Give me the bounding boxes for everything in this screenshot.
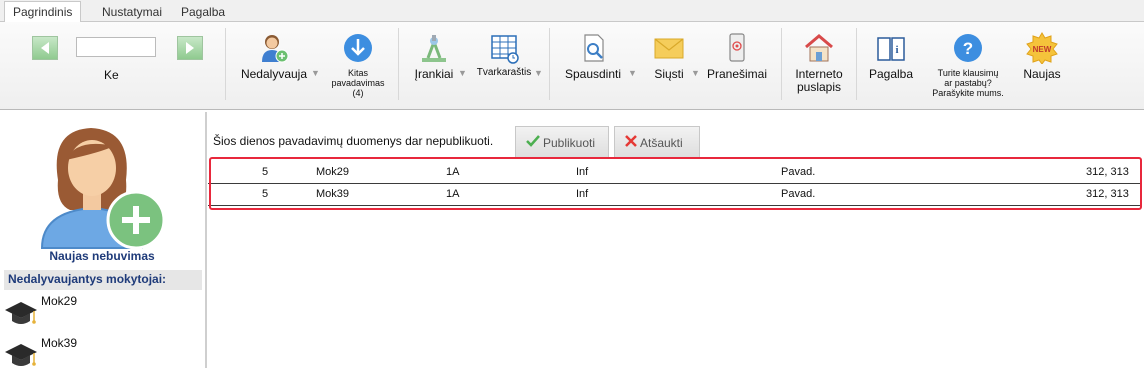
checkmark-icon xyxy=(526,135,540,147)
ribbon-separator xyxy=(398,28,399,100)
publish-button[interactable]: Publikuoti xyxy=(515,126,609,158)
absent-dropdown-arrow[interactable]: ▼ xyxy=(311,68,320,78)
send-button[interactable]: Siųsti xyxy=(642,32,696,81)
book-info-icon: i xyxy=(877,37,905,61)
mobile-phone-icon xyxy=(729,33,745,62)
teacher-name: Mok29 xyxy=(41,294,78,308)
tools-label: Įrankiai xyxy=(414,67,454,81)
absent-teachers-header: Nedalyvaujantys mokytojai: xyxy=(4,270,202,290)
new-absence-link[interactable]: Naujas nebuvimas xyxy=(0,249,204,263)
user-add-icon xyxy=(262,35,289,63)
left-panel: Naujas nebuvimas Nedalyvaujantys mokytoj… xyxy=(0,112,204,368)
nav-label: Ke xyxy=(104,68,119,82)
ribbon-separator xyxy=(549,28,550,100)
new-absence-avatar[interactable] xyxy=(36,120,168,256)
new-badge-text: NEW xyxy=(1033,45,1052,54)
publish-label: Publikuoti xyxy=(543,136,596,150)
nav-input[interactable] xyxy=(76,37,156,57)
timetable-label: Tvarkaraštis xyxy=(476,67,532,78)
help-button[interactable]: i Pagalba xyxy=(862,32,920,81)
previous-button[interactable] xyxy=(32,36,58,60)
home-icon xyxy=(805,34,833,62)
absent-teacher-item[interactable]: Mok29 xyxy=(4,294,194,328)
website-button[interactable]: Interneto puslapis xyxy=(787,32,851,94)
ribbon-separator xyxy=(781,28,782,100)
svg-text:?: ? xyxy=(963,39,973,58)
absent-teacher-item[interactable]: Mok39 xyxy=(4,336,194,370)
timetable-icon xyxy=(491,35,519,64)
timetable-button[interactable]: Tvarkaraštis xyxy=(472,32,536,78)
feedback-label-3: Parašykite mums. xyxy=(932,88,1004,98)
main-panel: Šios dienos pavadavimų duomenys dar nepu… xyxy=(208,112,1144,368)
send-dropdown-arrow[interactable]: ▼ xyxy=(691,68,700,78)
new-button[interactable]: NEW Naujas xyxy=(1014,32,1070,81)
feedback-label-2: ar pastabų? xyxy=(944,78,992,88)
other-sub-label-1: Kitas xyxy=(347,68,368,78)
other-substitution-button[interactable]: Kitas pavadavimas (4) xyxy=(325,32,391,98)
print-preview-icon xyxy=(584,34,604,62)
tools-dropdown-arrow[interactable]: ▼ xyxy=(458,68,467,78)
cross-icon xyxy=(625,135,637,147)
tab-pagrindinis[interactable]: Pagrindinis xyxy=(4,1,82,23)
tab-nustatymai[interactable]: Nustatymai xyxy=(94,2,170,22)
tab-pagalba[interactable]: Pagalba xyxy=(173,2,233,22)
absent-button[interactable]: Nedalyvauja xyxy=(234,32,314,81)
question-icon: ? xyxy=(954,34,982,62)
print-button[interactable]: Spausdinti xyxy=(561,32,625,81)
arrow-left-icon xyxy=(41,42,49,54)
absent-label: Nedalyvauja xyxy=(240,67,308,81)
ribbon-separator xyxy=(856,28,857,100)
cancel-button[interactable]: Atšaukti xyxy=(614,126,700,158)
envelope-icon xyxy=(654,38,684,59)
help-label: Pagalba xyxy=(868,67,914,81)
other-sub-label-2: pavadavimas xyxy=(331,78,385,88)
selection-highlight xyxy=(209,157,1142,210)
print-dropdown-arrow[interactable]: ▼ xyxy=(628,68,637,78)
svg-text:i: i xyxy=(895,44,898,56)
publish-status-text: Šios dienos pavadavimų duomenys dar nepu… xyxy=(213,134,494,148)
tools-icon xyxy=(422,35,446,62)
website-label-2: puslapis xyxy=(796,80,842,94)
timetable-dropdown-arrow[interactable]: ▼ xyxy=(534,68,543,78)
download-circle-icon xyxy=(344,34,372,62)
new-label: Naujas xyxy=(1023,67,1061,81)
feedback-button[interactable]: ? Turite klausimų ar pastabų? Parašykite… xyxy=(926,32,1010,98)
other-sub-label-3: (4) xyxy=(352,88,364,98)
next-button[interactable] xyxy=(177,36,203,60)
send-label: Siųsti xyxy=(654,67,684,81)
new-badge-icon: NEW xyxy=(1026,32,1058,64)
print-label: Spausdinti xyxy=(564,67,622,81)
feedback-label-1: Turite klausimų xyxy=(937,68,999,78)
messages-label: Pranešimai xyxy=(706,67,768,81)
graduation-cap-icon xyxy=(5,302,37,324)
teacher-name: Mok39 xyxy=(41,336,78,350)
menu-tab-bar: Pagrindinis Nustatymai Pagalba xyxy=(0,0,1144,23)
panel-divider[interactable] xyxy=(205,112,207,368)
user-add-large-icon xyxy=(40,128,166,250)
arrow-right-icon xyxy=(186,42,194,54)
tools-button[interactable]: Įrankiai xyxy=(406,32,462,81)
messages-button[interactable]: Pranešimai xyxy=(703,32,771,81)
ribbon-toolbar: Ke Nedalyvauja ▼ Kitas pavadavimas (4) Į… xyxy=(0,22,1144,110)
ribbon-separator xyxy=(225,28,226,100)
cancel-label: Atšaukti xyxy=(640,136,683,150)
